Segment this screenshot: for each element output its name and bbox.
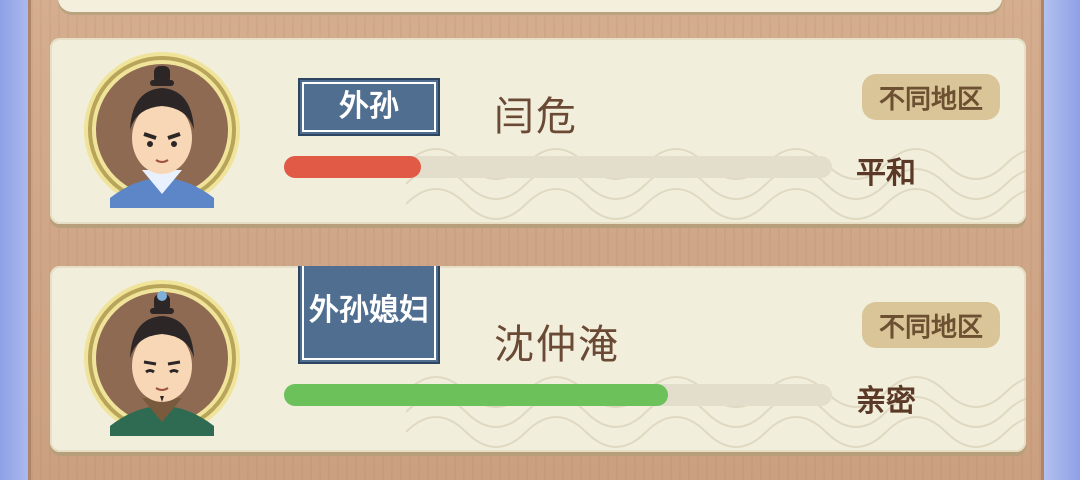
region-badge: 不同地区 [862, 302, 1000, 348]
relative-name: 闫危 [494, 94, 578, 140]
relationship-status: 平和 [856, 156, 916, 191]
relative-card[interactable]: 外孙 闫危 不同地区 平和 [50, 38, 1026, 224]
affinity-bar [284, 384, 832, 406]
relationship-status: 亲密 [856, 384, 916, 419]
affinity-bar-fill [284, 156, 421, 178]
relative-name: 沈仲淹 [494, 322, 620, 368]
character-portrait [84, 280, 240, 436]
previous-relative-card[interactable] [58, 0, 1002, 12]
affinity-bar-fill [284, 384, 668, 406]
relation-tag: 外孙媳妇 [298, 266, 440, 364]
relative-card[interactable]: 外孙媳妇 沈仲淹 不同地区 亲密 [50, 266, 1026, 452]
relation-tag: 外孙 [298, 78, 440, 136]
region-badge: 不同地区 [862, 74, 1000, 120]
character-portrait [84, 52, 240, 208]
affinity-bar [284, 156, 832, 178]
